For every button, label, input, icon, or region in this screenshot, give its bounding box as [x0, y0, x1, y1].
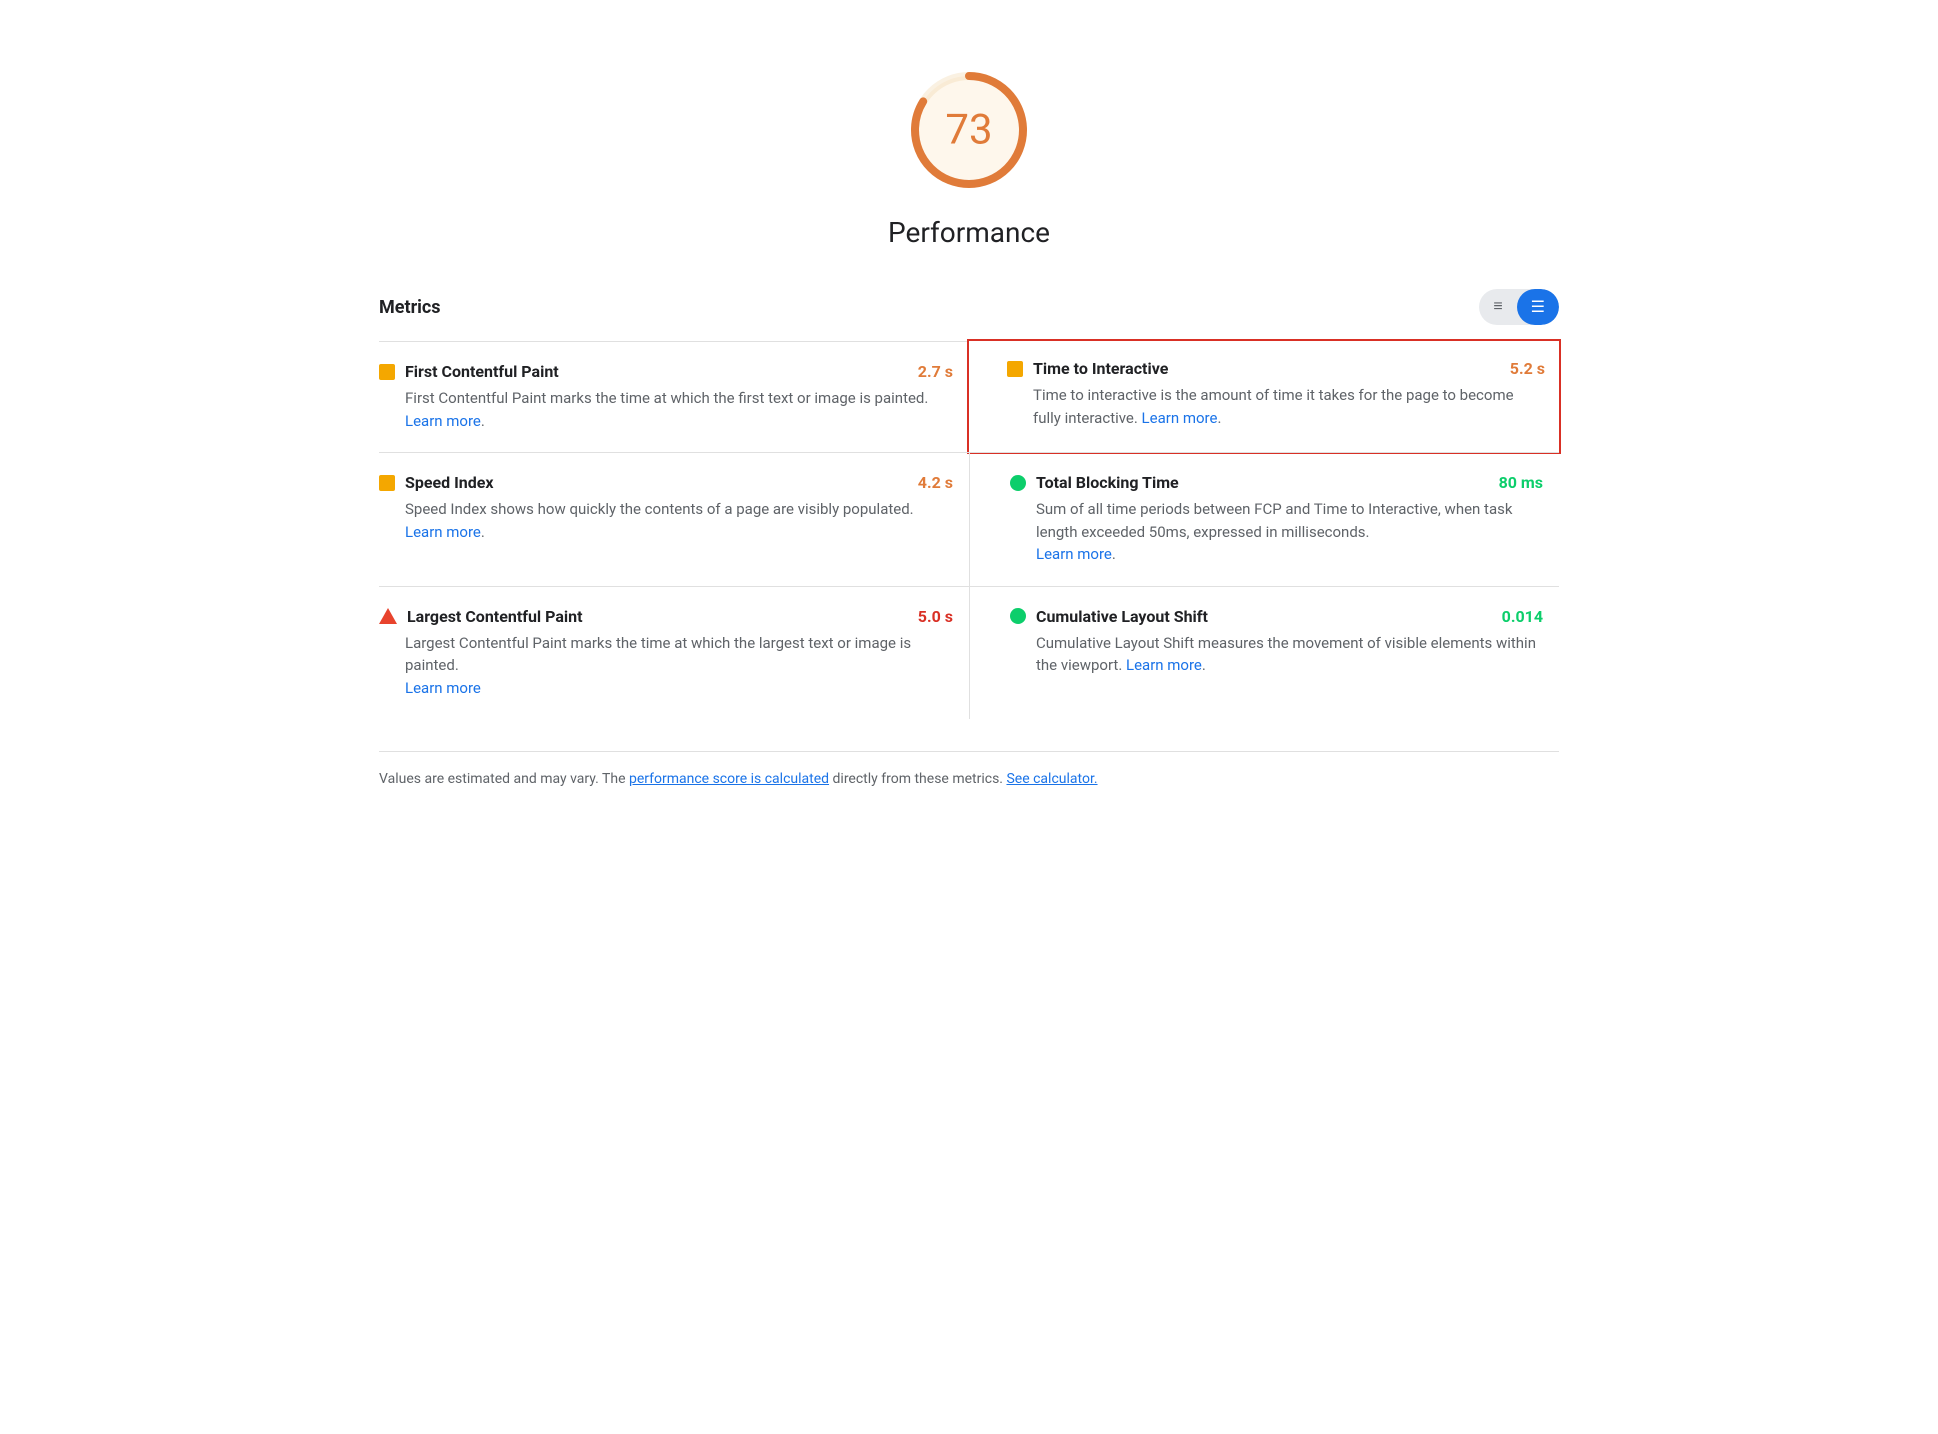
metric-tti-name: Time to Interactive: [1033, 359, 1168, 378]
metric-fcp: First Contentful Paint 2.7 s First Conte…: [379, 341, 969, 452]
metric-si-title-row: Speed Index: [379, 473, 494, 492]
orange-square-icon-si: [379, 475, 395, 491]
metric-fcp-name: First Contentful Paint: [405, 362, 559, 381]
metric-tti-desc: Time to interactive is the amount of tim…: [1007, 384, 1545, 429]
lcp-learn-more-link[interactable]: Learn more: [405, 679, 481, 697]
footer-text-before: Values are estimated and may vary. The: [379, 771, 629, 787]
see-calculator-link[interactable]: See calculator.: [1006, 771, 1097, 787]
cls-learn-more-link[interactable]: Learn more: [1126, 656, 1202, 674]
metrics-section: Metrics ≡ ☰ First Contentful Paint 2.7 s…: [379, 289, 1559, 719]
si-learn-more-link[interactable]: Learn more: [405, 523, 481, 541]
metric-tbt-header: Total Blocking Time 80 ms: [1010, 473, 1543, 492]
grid-view-button[interactable]: ☰: [1517, 289, 1559, 325]
metric-tti: Time to Interactive 5.2 s Time to intera…: [967, 339, 1561, 454]
metric-fcp-header: First Contentful Paint 2.7 s: [379, 362, 953, 381]
metric-tti-value: 5.2 s: [1510, 359, 1545, 378]
score-label: Performance: [888, 216, 1050, 249]
score-value: 73: [945, 106, 992, 155]
metric-fcp-title-row: First Contentful Paint: [379, 362, 559, 381]
metric-cls-header: Cumulative Layout Shift 0.014: [1010, 607, 1543, 626]
green-circle-icon-cls: [1010, 608, 1026, 624]
red-triangle-icon-lcp: [379, 608, 397, 624]
metric-lcp-desc: Largest Contentful Paint marks the time …: [379, 632, 953, 700]
metric-si: Speed Index 4.2 s Speed Index shows how …: [379, 452, 969, 586]
metric-cls: Cumulative Layout Shift 0.014 Cumulative…: [969, 586, 1559, 720]
orange-square-icon: [379, 364, 395, 380]
metric-si-header: Speed Index 4.2 s: [379, 473, 953, 492]
fcp-learn-more-link[interactable]: Learn more: [405, 412, 481, 430]
footer-text-middle: directly from these metrics.: [829, 771, 1006, 787]
footer: Values are estimated and may vary. The p…: [379, 751, 1559, 790]
metric-tti-header: Time to Interactive 5.2 s: [1007, 359, 1545, 378]
metric-tbt-desc: Sum of all time periods between FCP and …: [1010, 498, 1543, 566]
metric-lcp: Largest Contentful Paint 5.0 s Largest C…: [379, 586, 969, 720]
metric-tbt-name: Total Blocking Time: [1036, 473, 1179, 492]
performance-score-link[interactable]: performance score is calculated: [629, 771, 829, 787]
metrics-header: Metrics ≡ ☰: [379, 289, 1559, 325]
metric-fcp-desc: First Contentful Paint marks the time at…: [379, 387, 953, 432]
metric-si-desc: Speed Index shows how quickly the conten…: [379, 498, 953, 543]
score-section: 73 Performance: [379, 40, 1559, 249]
metric-lcp-header: Largest Contentful Paint 5.0 s: [379, 607, 953, 626]
metric-cls-title-row: Cumulative Layout Shift: [1010, 607, 1208, 626]
view-toggle: ≡ ☰: [1479, 289, 1559, 325]
tbt-learn-more-link[interactable]: Learn more: [1036, 545, 1112, 563]
metric-cls-value: 0.014: [1502, 607, 1543, 626]
metric-tbt-title-row: Total Blocking Time: [1010, 473, 1179, 492]
metric-tbt-value: 80 ms: [1499, 473, 1543, 492]
metric-lcp-title-row: Largest Contentful Paint: [379, 607, 583, 626]
list-view-button[interactable]: ≡: [1479, 289, 1516, 325]
metric-si-value: 4.2 s: [918, 473, 953, 492]
metric-cls-desc: Cumulative Layout Shift measures the mov…: [1010, 632, 1543, 677]
tti-learn-more-link[interactable]: Learn more: [1142, 409, 1218, 427]
metric-tti-title-row: Time to Interactive: [1007, 359, 1168, 378]
metric-lcp-name: Largest Contentful Paint: [407, 607, 583, 626]
score-circle: 73: [899, 60, 1039, 200]
metric-fcp-value: 2.7 s: [918, 362, 953, 381]
metric-lcp-value: 5.0 s: [918, 607, 953, 626]
metric-tbt: Total Blocking Time 80 ms Sum of all tim…: [969, 452, 1559, 586]
green-circle-icon-tbt: [1010, 475, 1026, 491]
orange-square-icon-tti: [1007, 361, 1023, 377]
metrics-title: Metrics: [379, 297, 441, 318]
metrics-grid: First Contentful Paint 2.7 s First Conte…: [379, 341, 1559, 719]
metric-cls-name: Cumulative Layout Shift: [1036, 607, 1208, 626]
metric-si-name: Speed Index: [405, 473, 494, 492]
